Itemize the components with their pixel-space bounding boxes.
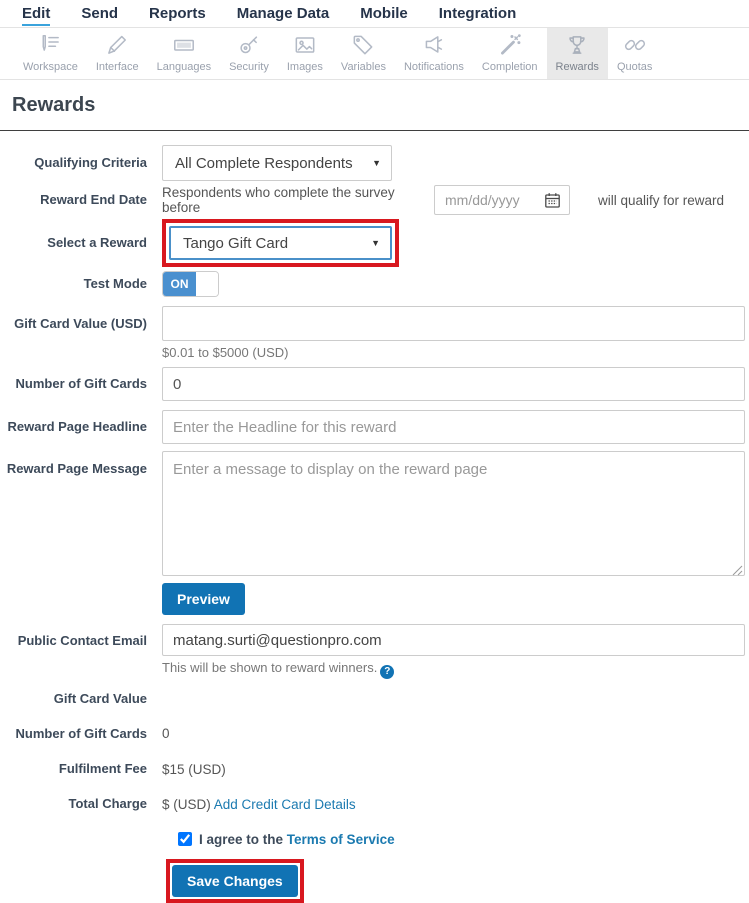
reward-page-headline-input[interactable] [162, 410, 745, 444]
chevron-down-icon: ▼ [372, 158, 381, 168]
toolbar-item-security[interactable]: Security [220, 28, 278, 79]
toolbar-item-label: Rewards [556, 61, 599, 73]
date-placeholder: mm/dd/yyyy [445, 192, 520, 208]
annotation-box-save-changes: Save Changes [166, 859, 304, 903]
images-icon [292, 32, 318, 58]
languages-keyboard-icon [171, 32, 197, 58]
summary-number-of-gift-cards-label: Number of Gift Cards [0, 726, 162, 742]
toolbar-item-languages[interactable]: Languages [148, 28, 220, 79]
rewards-trophy-icon [564, 32, 590, 58]
reward-end-date-label: Reward End Date [0, 192, 162, 208]
total-charge-value: $ (USD) Add Credit Card Details [162, 797, 745, 812]
toggle-knob [196, 272, 218, 296]
toolbar-item-variables[interactable]: Variables [332, 28, 395, 79]
number-of-gift-cards-label: Number of Gift Cards [0, 376, 162, 392]
toolbar-item-label: Images [287, 61, 323, 73]
nav-item-send[interactable]: Send [81, 2, 118, 26]
toolbar-item-label: Variables [341, 61, 386, 73]
nav-item-edit[interactable]: Edit [22, 2, 50, 26]
nav-item-integration[interactable]: Integration [439, 2, 517, 26]
select-reward-value: Tango Gift Card [183, 235, 288, 252]
settings-toolbar: Workspace Interface Languages Security I… [0, 28, 749, 80]
help-icon[interactable]: ? [380, 665, 394, 679]
notifications-megaphone-icon [421, 32, 447, 58]
preview-button[interactable]: Preview [162, 583, 245, 615]
gift-card-value-input[interactable] [162, 306, 745, 341]
public-contact-email-label: Public Contact Email [0, 624, 162, 649]
select-reward-select[interactable]: Tango Gift Card ▼ [169, 226, 392, 260]
reward-end-date-prefix: Respondents who complete the survey befo… [162, 185, 434, 215]
toggle-on-label: ON [163, 272, 196, 296]
heading-divider [0, 130, 749, 131]
agreement-row: I agree to the Terms of Service [0, 832, 749, 847]
public-contact-email-hint: This will be shown to reward winners.? [162, 660, 745, 679]
toolbar-item-label: Quotas [617, 61, 652, 73]
toolbar-item-label: Security [229, 61, 269, 73]
gift-card-value-label: Gift Card Value (USD) [0, 306, 162, 332]
toolbar-item-label: Completion [482, 61, 538, 73]
qualifying-criteria-label: Qualifying Criteria [0, 155, 162, 171]
toolbar-item-workspace[interactable]: Workspace [14, 28, 87, 79]
save-changes-button[interactable]: Save Changes [172, 865, 298, 897]
nav-item-mobile[interactable]: Mobile [360, 2, 408, 26]
summary-gift-card-value-label: Gift Card Value [0, 691, 162, 707]
top-navigation: Edit Send Reports Manage Data Mobile Int… [0, 0, 749, 28]
reward-page-message-label: Reward Page Message [0, 451, 162, 477]
number-of-gift-cards-input[interactable] [162, 367, 745, 401]
toolbar-item-rewards[interactable]: Rewards [547, 28, 608, 79]
toolbar-item-label: Notifications [404, 61, 464, 73]
summary-number-of-gift-cards: 0 [162, 726, 745, 741]
completion-wand-icon [497, 32, 523, 58]
add-credit-card-link[interactable]: Add Credit Card Details [214, 797, 356, 812]
nav-item-manage-data[interactable]: Manage Data [237, 2, 330, 26]
terms-checkbox[interactable] [178, 832, 192, 846]
select-reward-label: Select a Reward [0, 235, 162, 251]
qualifying-criteria-value: All Complete Respondents [175, 155, 353, 172]
fulfilment-fee-label: Fulfilment Fee [0, 761, 162, 777]
agreement-text: I agree to the Terms of Service [199, 832, 395, 847]
toolbar-item-interface[interactable]: Interface [87, 28, 148, 79]
test-mode-toggle[interactable]: ON [162, 271, 219, 297]
workspace-icon [37, 32, 63, 58]
terms-of-service-link[interactable]: Terms of Service [287, 832, 395, 847]
interface-icon [104, 32, 130, 58]
chevron-down-icon: ▼ [371, 238, 380, 248]
page-title: Rewards [12, 94, 749, 117]
fulfilment-fee-value: $15 (USD) [162, 762, 745, 777]
quotas-chain-icon [622, 32, 648, 58]
total-charge-label: Total Charge [0, 796, 162, 812]
public-contact-email-input[interactable] [162, 624, 745, 656]
toolbar-item-label: Interface [96, 61, 139, 73]
calendar-icon[interactable] [544, 192, 561, 209]
rewards-form: Qualifying Criteria All Complete Respond… [0, 145, 749, 903]
toolbar-item-label: Workspace [23, 61, 78, 73]
toolbar-item-label: Languages [157, 61, 211, 73]
reward-end-date-input[interactable]: mm/dd/yyyy [434, 185, 570, 215]
toolbar-item-notifications[interactable]: Notifications [395, 28, 473, 79]
variables-tag-icon [350, 32, 376, 58]
nav-item-reports[interactable]: Reports [149, 2, 206, 26]
gift-card-value-hint: $0.01 to $5000 (USD) [162, 345, 745, 360]
annotation-box-select-reward: Tango Gift Card ▼ [162, 219, 399, 267]
toolbar-item-completion[interactable]: Completion [473, 28, 547, 79]
qualifying-criteria-select[interactable]: All Complete Respondents ▼ [162, 145, 392, 181]
toolbar-item-quotas[interactable]: Quotas [608, 28, 661, 79]
test-mode-label: Test Mode [0, 276, 162, 292]
security-key-icon [236, 32, 262, 58]
reward-end-date-suffix: will qualify for reward [598, 193, 724, 208]
toolbar-item-images[interactable]: Images [278, 28, 332, 79]
reward-page-message-textarea[interactable] [162, 451, 745, 576]
reward-page-headline-label: Reward Page Headline [0, 419, 162, 435]
